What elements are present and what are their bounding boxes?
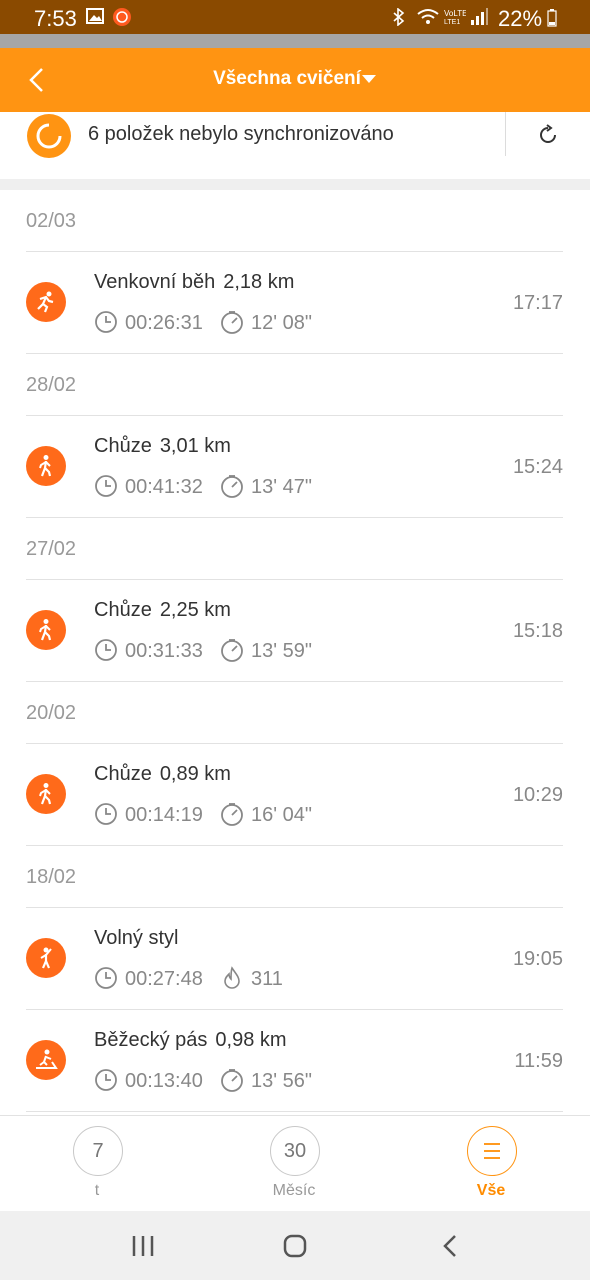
- volte-icon: VoLTELTE1: [444, 9, 466, 25]
- pace-icon: [221, 475, 243, 498]
- status-bar: 7:53 VoLTE LTE1 22%: [0, 0, 590, 34]
- section-gap: [0, 179, 590, 190]
- sync-progress-icon: [27, 114, 71, 158]
- walking-icon: [26, 610, 66, 650]
- status-divider: [0, 34, 590, 48]
- recent-apps-icon[interactable]: [131, 1235, 155, 1257]
- activity-title: Volný styl: [94, 927, 179, 949]
- app-bar: Všechna cvičení: [0, 48, 590, 112]
- wifi-icon: [417, 9, 439, 24]
- home-icon[interactable]: [283, 1234, 307, 1258]
- battery-icon: [547, 9, 557, 27]
- system-nav-bar: [0, 1211, 590, 1280]
- clock-icon: [95, 967, 117, 989]
- clock-icon: [95, 803, 117, 825]
- dropdown-caret-icon[interactable]: [362, 75, 376, 83]
- workout-row[interactable]: Chůze 0,89 km 00:14:19 16' 04" 10:29: [0, 744, 590, 846]
- clock-icon: [95, 1069, 117, 1091]
- svg-text:LTE1: LTE1: [444, 19, 460, 25]
- clock-icon: [95, 475, 117, 497]
- workout-row[interactable]: Venkovní běh 2,18 km 00:26:31 12' 08" 17:…: [0, 252, 590, 354]
- workout-time: 17:17: [512, 292, 563, 314]
- sync-status-text: 6 položek nebylo synchronizováno: [88, 123, 394, 145]
- pace-icon: [221, 803, 243, 826]
- workout-row[interactable]: Chůze 3,01 km 00:41:32 13' 47" 15:24: [0, 416, 590, 518]
- activity-title: Venkovní běh 2,18 km: [94, 271, 295, 293]
- system-back-icon[interactable]: [442, 1234, 458, 1258]
- tab-month[interactable]: 30 Měsíc: [245, 1126, 345, 1206]
- date-header: 02/03: [0, 190, 590, 252]
- sync-banner: 6 položek nebylo synchronizováno: [0, 112, 590, 179]
- gallery-icon: [86, 8, 104, 24]
- activity-title: Chůze 0,89 km: [94, 763, 231, 785]
- calories-icon: [224, 966, 240, 989]
- battery-percent: 22%: [498, 6, 543, 31]
- walking-icon: [26, 446, 66, 486]
- clock-icon: [95, 639, 117, 661]
- pace-icon: [221, 1069, 243, 1092]
- workout-row[interactable]: Volný styl 00:27:48 311 19:05: [0, 908, 590, 1010]
- workout-time: 11:59: [514, 1050, 563, 1072]
- tab-week-label: t: [94, 1182, 100, 1199]
- tab-month-label: Měsíc: [272, 1182, 316, 1199]
- date-header: 18/02: [0, 846, 590, 908]
- status-time: 7:53: [34, 6, 77, 31]
- running-icon: [26, 282, 66, 322]
- workout-time: 15:24: [512, 456, 563, 478]
- list-icon: [467, 1126, 517, 1176]
- bottom-tab-bar: 7 t 30 Měsíc Vše: [0, 1115, 590, 1211]
- tab-week-badge: 7: [73, 1126, 123, 1176]
- tab-month-badge: 30: [270, 1126, 320, 1176]
- svg-text:VoLTE: VoLTE: [444, 9, 466, 18]
- walking-icon: [26, 774, 66, 814]
- freestyle-icon: [26, 938, 66, 978]
- sync-divider: [505, 112, 506, 156]
- date-header: 27/02: [0, 518, 590, 580]
- workout-list[interactable]: 02/03 Venkovní běh 2,18 km 00:26:31 12' 0…: [0, 190, 590, 1115]
- date-header: 20/02: [0, 682, 590, 744]
- bluetooth-icon: [393, 8, 405, 26]
- activity-title: Chůze 3,01 km: [94, 435, 231, 457]
- workout-row[interactable]: Běžecký pás 0,98 km 00:13:40 13' 56" 11:5…: [0, 1010, 590, 1112]
- workout-row[interactable]: Chůze 2,25 km 00:31:33 13' 59" 15:18: [0, 580, 590, 682]
- tab-week[interactable]: 7 t: [48, 1126, 148, 1206]
- workout-time: 10:29: [512, 784, 563, 806]
- treadmill-icon: [26, 1040, 66, 1080]
- tab-all[interactable]: Vše: [442, 1126, 542, 1206]
- page-title[interactable]: Všechna cvičení: [0, 68, 590, 90]
- pace-icon: [221, 639, 243, 662]
- app-notification-icon: [113, 8, 131, 26]
- pace-icon: [221, 311, 243, 334]
- clock-icon: [95, 311, 117, 333]
- signal-icon: [471, 8, 488, 25]
- tab-all-label: Vše: [476, 1182, 506, 1199]
- workout-time: 15:18: [512, 620, 563, 642]
- activity-title: Běžecký pás 0,98 km: [94, 1029, 287, 1051]
- workout-time: 19:05: [512, 948, 563, 970]
- activity-title: Chůze 2,25 km: [94, 599, 231, 621]
- refresh-icon[interactable]: [535, 122, 561, 148]
- date-header: 28/02: [0, 354, 590, 416]
